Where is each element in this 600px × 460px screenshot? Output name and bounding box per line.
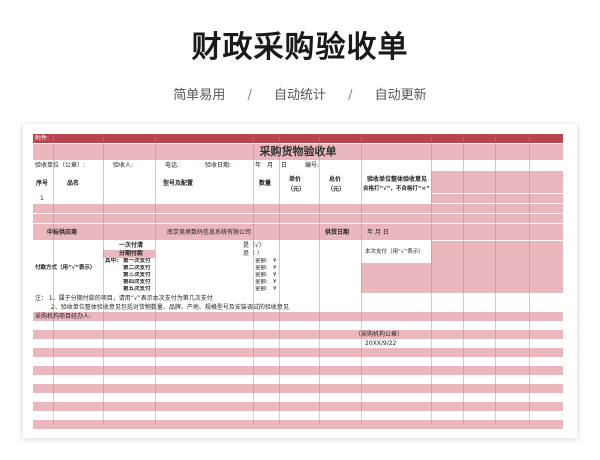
this-time-label: 本次支付（用“√”表示） xyxy=(365,249,424,255)
amount-5: 金额: xyxy=(255,286,268,292)
sheet-title: 采购货物验收单 xyxy=(259,145,337,158)
header-name: 品名 xyxy=(67,180,80,187)
supplier-label: 中标供应商 xyxy=(47,229,78,236)
hero-header: 财政采购验收单 简单易用 / 自动统计 / 自动更新 xyxy=(0,0,600,120)
acceptance-date-label: 验收日期: xyxy=(205,162,232,169)
sheet-title-row: 采购货物验收单 xyxy=(33,144,563,160)
supplier-name: 南京美承数码信息系统有限公司 xyxy=(167,229,252,236)
blank-row xyxy=(33,321,563,330)
blank-row xyxy=(33,375,563,384)
of-which-label: 其中: xyxy=(105,258,119,264)
item-row-filler xyxy=(431,194,563,203)
header-opinion: 验收单位整体验收意见 xyxy=(367,176,428,183)
yen-3: ¥ xyxy=(273,272,277,278)
installment-3: 第三次支付 xyxy=(123,272,151,278)
note-1: 注： 1、属于分期付款的项目，请用“√”表示本次支付为第几次支付 xyxy=(35,295,213,302)
blank-row xyxy=(33,214,563,223)
stamp-date-row: 20XX/9/22 xyxy=(33,339,563,348)
header-total: 总价 xyxy=(329,176,342,183)
blank-row xyxy=(33,384,563,393)
page-title: 财政采购验收单 xyxy=(191,30,409,65)
blank-row xyxy=(33,420,563,429)
yen-4: ¥ xyxy=(273,279,277,285)
amount-2: 金额: xyxy=(255,265,268,271)
attachment-label: 附件: xyxy=(35,135,50,142)
payment-method-label: 付款方式（用“√”表示） xyxy=(35,265,96,271)
one-time-yes: 是（√） xyxy=(243,242,265,249)
stamp-date: 20XX/9/22 xyxy=(365,340,397,347)
header-model: 型号及配置 xyxy=(163,180,194,187)
info-row: 验收单位（公章）: 验收人: 电话: 验收日期: 年 月 日 编号: xyxy=(33,161,563,170)
this-time-filler xyxy=(361,263,431,293)
agent-label: 采购机构项目经办人: xyxy=(35,313,92,320)
installment-2: 第二次支付 xyxy=(123,265,151,271)
blank-row xyxy=(33,366,563,375)
supply-date-label: 供货日期 xyxy=(325,229,350,236)
tag-separator: / xyxy=(247,88,252,103)
tag-separator: / xyxy=(348,88,353,103)
amount-4: 金额: xyxy=(255,279,268,285)
blank-row xyxy=(33,402,563,411)
header-no: 序号 xyxy=(36,180,49,187)
header-opinion-hint: 合格打“√”，不合格打“×” xyxy=(363,186,430,192)
blank-row xyxy=(33,204,563,213)
attachment-row: 附件: xyxy=(33,134,563,143)
agent-row: 采购机构项目经办人: xyxy=(33,312,563,321)
header-qty: 数量 xyxy=(259,180,272,187)
note-row-2: 2、验收单位整体验收意见包括对货物数量、品牌、产地、规格型号及安装调试的验收意见 xyxy=(33,303,563,312)
blank-row xyxy=(33,348,563,357)
feature-tags: 简单易用 / 自动统计 / 自动更新 xyxy=(0,84,600,103)
blank-row xyxy=(33,357,563,366)
date-year: 年 xyxy=(255,162,262,169)
blank-row xyxy=(33,393,563,402)
header-total-yuan: （元） xyxy=(327,186,346,193)
note-row-1: 注： 1、属于分期付款的项目，请用“√”表示本次支付为第几次支付 xyxy=(33,294,563,303)
yen-2: ¥ xyxy=(273,265,277,271)
payment-right-filler xyxy=(431,241,563,293)
header-filler xyxy=(431,171,563,193)
header-unit-price: 单价 xyxy=(289,176,302,183)
acceptance-unit-label: 验收单位（公章）: xyxy=(35,162,86,169)
header-unit-price-yuan: （元） xyxy=(287,186,306,193)
item-row: 1 xyxy=(33,194,431,203)
installment-5: 第五次支付 xyxy=(123,286,151,292)
stamp-label: （采购机构公章） xyxy=(355,331,404,338)
stamp-row: （采购机构公章） xyxy=(33,330,563,339)
date-month: 月 xyxy=(267,162,274,169)
yen-5: ¥ xyxy=(273,286,277,292)
installment-label: 分期付款 xyxy=(119,250,144,257)
supply-date-value: 年 月 日 xyxy=(367,229,389,236)
serial-label: 编号: xyxy=(305,162,320,169)
one-time-label: 一次付清 xyxy=(119,242,144,249)
installment-4: 第四次支付 xyxy=(123,279,151,285)
installment-yes: 是（ ） xyxy=(243,250,263,257)
spreadsheet-preview: 附件: 采购货物验收单 验收单位（公章）: 验收人: 电话: 验收日期: 年 月… xyxy=(23,124,577,438)
note-2: 2、验收单位整体验收意见包括对货物数量、品牌、产地、规格型号及安装调试的验收意见 xyxy=(51,304,289,311)
amount-1: 金额: xyxy=(255,258,268,264)
blank-row xyxy=(33,411,563,420)
supplier-row xyxy=(33,224,563,240)
amount-3: 金额: xyxy=(255,272,268,278)
item-no: 1 xyxy=(40,195,44,202)
installment-1: 第一次支付 xyxy=(123,258,151,264)
tag-auto-update: 自动更新 xyxy=(374,88,427,103)
phone-label: 电话: xyxy=(165,162,180,169)
date-day: 日 xyxy=(281,162,288,169)
tag-easy: 简单易用 xyxy=(173,88,226,103)
tag-auto-stats: 自动统计 xyxy=(273,88,326,103)
receiver-label: 验收人: xyxy=(113,162,134,169)
yen-1: ¥ xyxy=(273,258,277,264)
